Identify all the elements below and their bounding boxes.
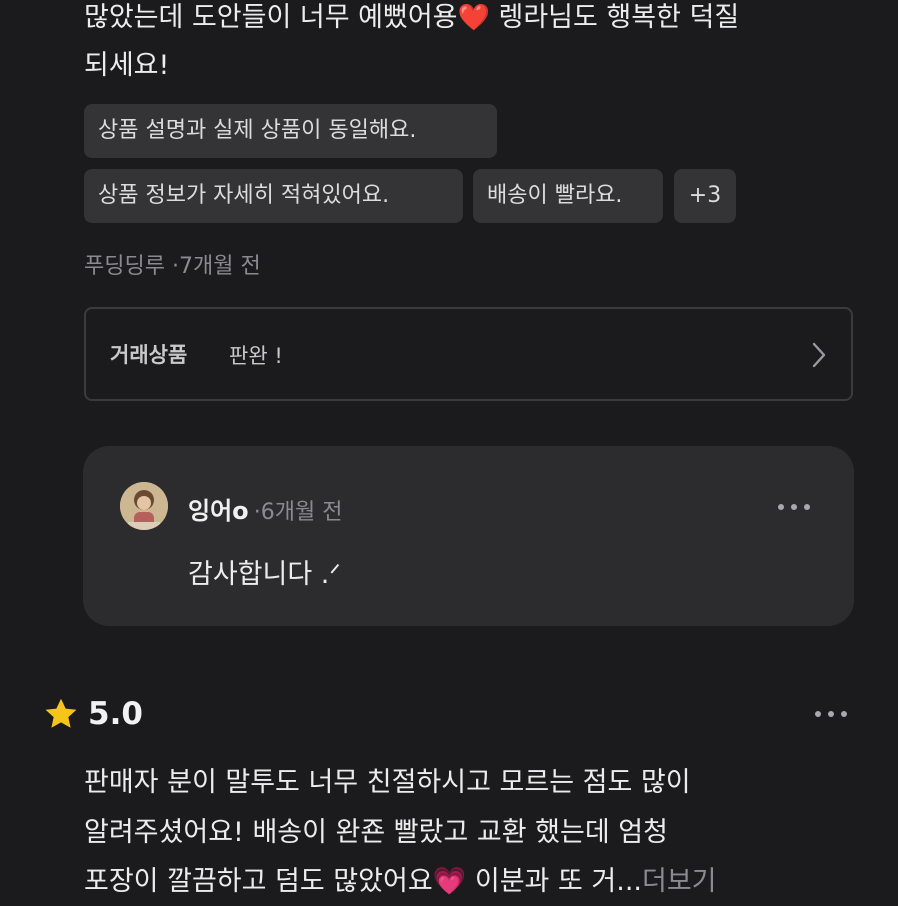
meta-separator: · <box>253 500 261 525</box>
review-text-line: 포장이 깔끔하고 덤도 많았어요💗 이분과 또 거...더보기 <box>84 858 717 906</box>
review-meta: 푸딩딩루 ·7개월 전 <box>84 248 261 280</box>
seller-reply: 잉어o ·6개월 전 감사합니다 .ᐟ <box>83 446 854 626</box>
rating-value: 5.0 <box>88 696 143 732</box>
review-text-line: 되세요! <box>84 50 170 81</box>
reply-time: 6개월 전 <box>260 500 343 525</box>
review-text: 포장이 깔끔하고 덤도 많았어요 <box>84 866 433 897</box>
review-text: 렝라님도 행복한 덕질 <box>489 2 740 33</box>
review-text-line: 많았는데 도안들이 너무 예뻤어용❤️ 렝라님도 행복한 덕질 <box>84 0 739 42</box>
more-horizontal-icon[interactable] <box>815 711 847 717</box>
review-text: 이분과 또 거... <box>466 866 642 897</box>
more-tags-button[interactable]: +3 <box>674 169 736 223</box>
review-text-line: 알려주셨어요! 배송이 완죤 빨랐고 교환 했는데 엄청 <box>84 817 668 848</box>
reply-author[interactable]: 잉어o <box>188 497 249 525</box>
avatar[interactable] <box>120 482 168 530</box>
product-name: 판완 ! <box>229 344 283 368</box>
avatar-image <box>120 482 168 530</box>
rating: 5.0 <box>43 696 143 732</box>
reply-text: 감사합니다 .ᐟ <box>188 559 341 590</box>
review-text: 많았는데 도안들이 너무 예뻤어용 <box>84 2 458 33</box>
reply-header: 잉어o ·6개월 전 <box>188 491 342 526</box>
review-tag: 상품 설명과 실제 상품이 동일해요. <box>84 104 497 158</box>
heart-emoji: 💗 <box>432 866 467 897</box>
review-author[interactable]: 푸딩딩루 <box>84 254 165 279</box>
chevron-right-icon <box>812 342 826 368</box>
heart-emoji: ❤️ <box>457 3 490 33</box>
more-horizontal-icon[interactable] <box>778 504 810 510</box>
review-tag: 배송이 빨라요. <box>473 169 663 223</box>
traded-product-link[interactable]: 거래상품 판완 ! <box>84 307 853 401</box>
review-tag: 상품 정보가 자세히 적혀있어요. <box>84 169 463 223</box>
review-text-line: 판매자 분이 말투도 너무 친절하시고 모르는 점도 많이 <box>84 767 691 798</box>
star-icon <box>45 698 77 728</box>
see-more-link[interactable]: 더보기 <box>642 866 717 897</box>
review-time: 7개월 전 <box>178 254 261 279</box>
meta-separator: · <box>171 254 179 279</box>
product-label: 거래상품 <box>110 343 188 367</box>
